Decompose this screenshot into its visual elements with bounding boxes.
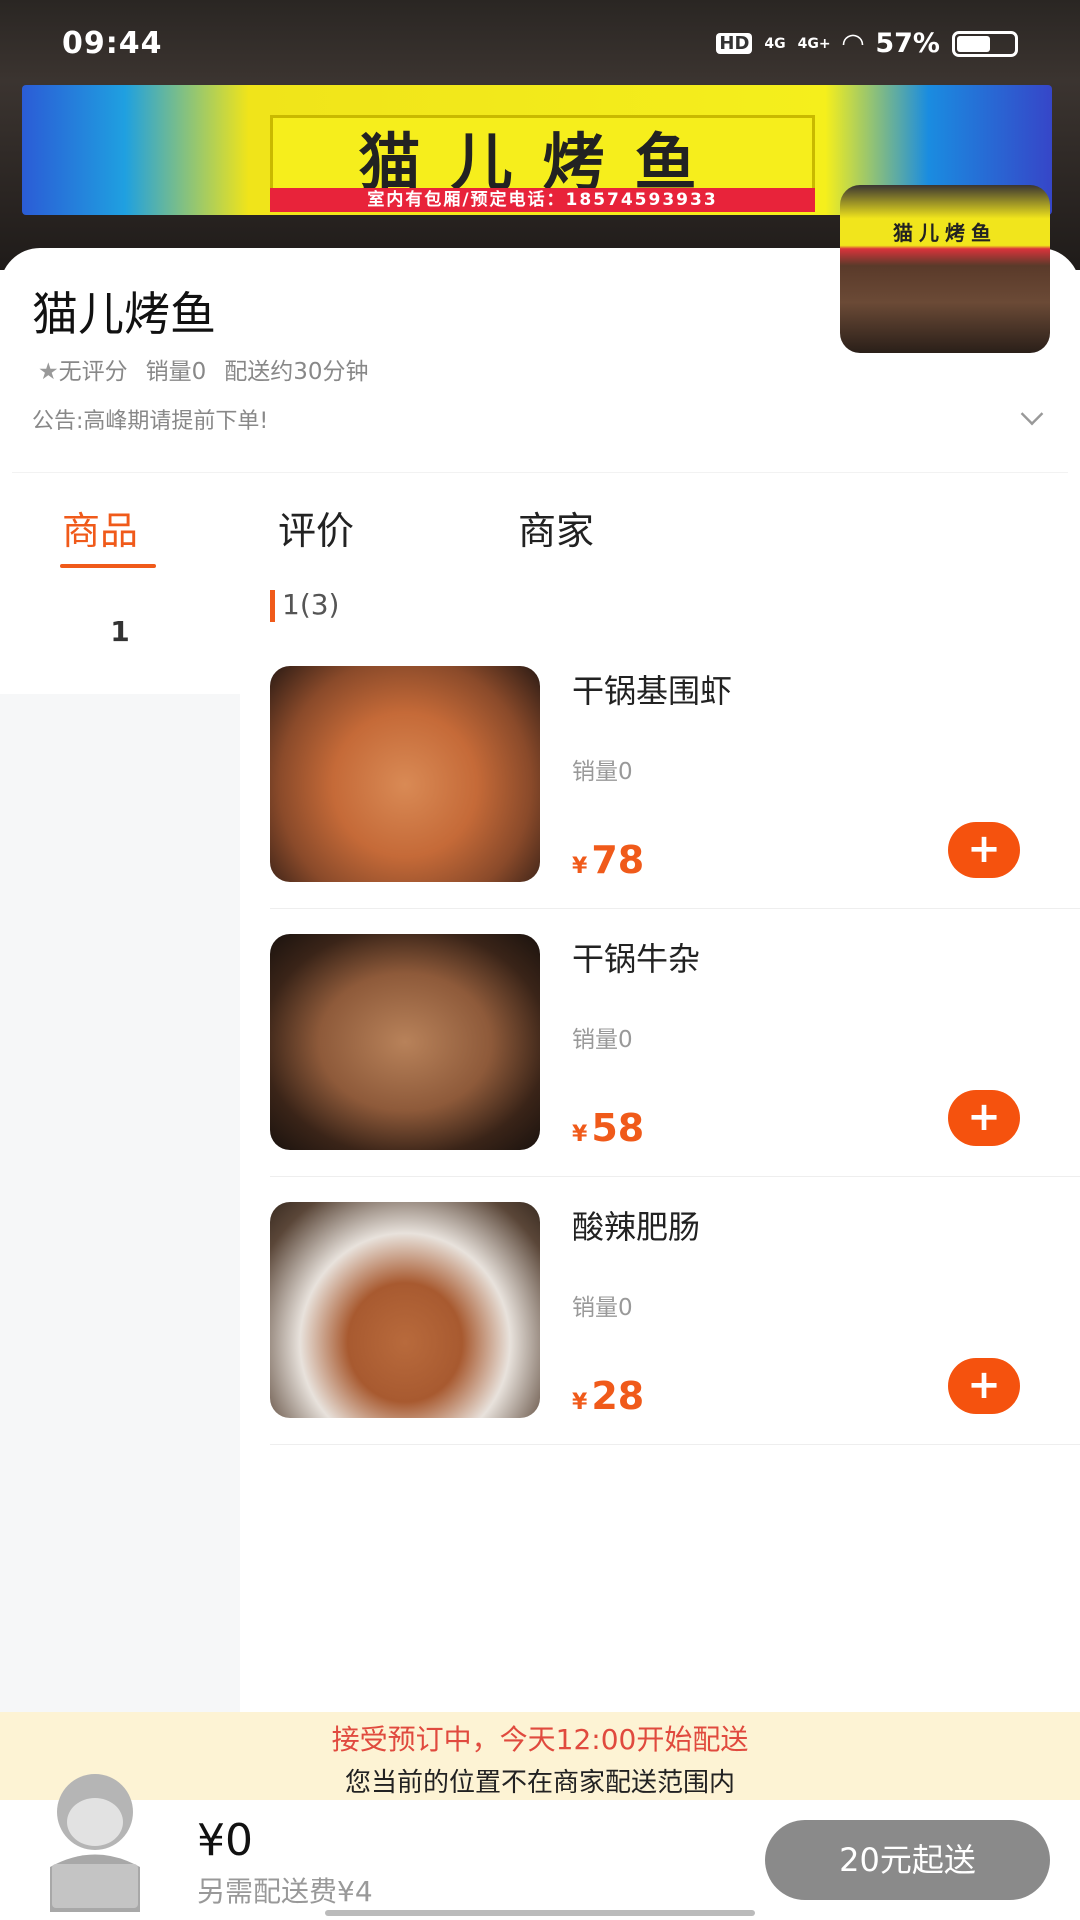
status-time: 09:44 [62, 26, 163, 61]
product-price: ¥28 [572, 1374, 645, 1418]
product-image [270, 666, 540, 882]
section-marker [270, 590, 275, 622]
status-icons: HD 4G 4G+ ◠ 57% [716, 28, 1018, 59]
divider [270, 1176, 1080, 1177]
preorder-notice: 接受预订中，今天12:00开始配送 [331, 1723, 749, 1756]
product-name: 干锅牛杂 [572, 940, 701, 978]
shop-thumbnail[interactable]: 猫儿烤鱼 [840, 185, 1050, 353]
signal-icon: 4G+ [797, 35, 831, 52]
product-price: ¥58 [572, 1106, 645, 1150]
product-sales: 销量0 [572, 1027, 633, 1053]
add-to-cart-button[interactable]: + [948, 1090, 1020, 1146]
wifi-icon: ◠ [842, 28, 864, 59]
star-icon: ★ [38, 359, 59, 385]
category-sidebar [0, 578, 240, 1712]
shop-notice: 公告:高峰期请提前下单! [32, 409, 269, 434]
product-image [270, 1202, 540, 1418]
tab-reviews[interactable]: 评价 [278, 500, 354, 555]
shop-name: 猫儿烤鱼 [32, 287, 216, 341]
product-name: 干锅基围虾 [572, 672, 733, 710]
product-price: ¥78 [572, 838, 645, 882]
plus-icon: + [967, 1094, 1001, 1140]
cart-courier-icon[interactable] [30, 1772, 160, 1912]
plus-icon: + [967, 1362, 1001, 1408]
cart-total: ¥0 [197, 1815, 253, 1866]
product-image [270, 934, 540, 1150]
add-to-cart-button[interactable]: + [948, 822, 1020, 878]
battery-percent: 57% [875, 28, 940, 59]
thumb-logo-text: 猫儿烤鱼 [893, 221, 997, 245]
plus-icon: + [967, 826, 1001, 872]
shop-sales: 销量0 [145, 359, 207, 385]
product-item[interactable]: 干锅牛杂 销量0 ¥58 + [270, 934, 1080, 1202]
divider [12, 472, 1068, 473]
delivery-tip-banner: 接受预订中，今天12:00开始配送 您当前的位置不在商家配送范围内 [0, 1712, 1080, 1800]
shop-meta: ★无评分 销量0 配送约30分钟 [38, 352, 369, 386]
hd-icon: HD [716, 33, 753, 54]
product-item[interactable]: 酸辣肥肠 销量0 ¥28 + [270, 1202, 1080, 1470]
product-sales: 销量0 [572, 1295, 633, 1321]
sign-strip: 室内有包厢/预定电话：18574593933 [270, 188, 815, 212]
out-of-range-notice: 您当前的位置不在商家配送范围内 [344, 1768, 735, 1798]
divider [270, 1444, 1080, 1445]
tab-products[interactable]: 商品 [62, 500, 138, 555]
section-title: 1(3) [282, 588, 340, 621]
tab-merchant[interactable]: 商家 [518, 500, 594, 555]
product-item[interactable]: 干锅基围虾 销量0 ¥78 + [270, 666, 1080, 934]
signal-icon: 4G [764, 35, 786, 52]
delivery-fee: 另需配送费¥4 [197, 1875, 373, 1908]
divider [270, 908, 1080, 909]
tab-indicator [60, 564, 156, 568]
delivery-time: 配送约30分钟 [224, 359, 369, 385]
home-indicator[interactable] [325, 1910, 755, 1916]
rating: ★无评分 [38, 359, 128, 385]
add-to-cart-button[interactable]: + [948, 1358, 1020, 1414]
sidebar-item[interactable]: 1 [0, 578, 240, 694]
product-name: 酸辣肥肠 [572, 1208, 701, 1246]
product-sales: 销量0 [572, 759, 633, 785]
battery-icon [952, 30, 1018, 57]
checkout-button[interactable]: 20元起送 [765, 1820, 1050, 1900]
